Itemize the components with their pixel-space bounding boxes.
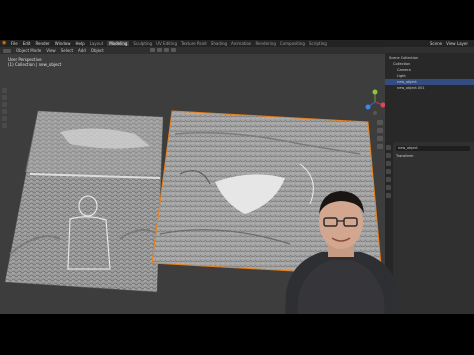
relief-mesh-left[interactable]: [4, 110, 164, 293]
tool-tab-icon[interactable]: [386, 145, 391, 150]
top-menu-bar: ◉ File Edit Render Window Help Layout Mo…: [0, 40, 474, 47]
view-layer-selector[interactable]: View Layer: [446, 41, 468, 46]
menu-window[interactable]: Window: [55, 41, 71, 46]
blender-logo-icon[interactable]: ◉: [2, 41, 8, 46]
header-menu-view[interactable]: View: [46, 48, 56, 53]
tab-animation[interactable]: Animation: [231, 41, 251, 46]
blender-window: ◉ File Edit Render Window Help Layout Mo…: [0, 40, 474, 314]
scene-tab-icon[interactable]: [386, 169, 391, 174]
header-menu-select[interactable]: Select: [61, 48, 73, 53]
outliner-panel: Scene Collection Collection Camera Light…: [385, 47, 474, 142]
transform-tool-icon[interactable]: [2, 123, 7, 128]
menu-file[interactable]: File: [11, 41, 18, 46]
render-tab-icon[interactable]: [386, 153, 391, 158]
viewport-overlay-text: User Perspective (1) Collection | new_ob…: [8, 57, 61, 67]
tab-uv-editing[interactable]: UV Editing: [156, 41, 177, 46]
transform-section-header[interactable]: Transform: [396, 154, 468, 159]
rotate-tool-icon[interactable]: [2, 109, 7, 114]
tab-texture-paint[interactable]: Texture Paint: [181, 41, 207, 46]
camera-view-icon[interactable]: [377, 136, 383, 141]
scene-selector[interactable]: Scene: [430, 41, 442, 46]
tab-sculpting[interactable]: Sculpting: [133, 41, 152, 46]
tab-modeling[interactable]: Modeling: [107, 41, 130, 46]
select-tool-icon[interactable]: [2, 88, 7, 93]
pivot-icon[interactable]: [157, 48, 162, 52]
editor-type-icon[interactable]: [3, 48, 11, 53]
menu-help[interactable]: Help: [75, 41, 84, 46]
orientation-global-icon[interactable]: [150, 48, 155, 52]
output-tab-icon[interactable]: [386, 161, 391, 166]
menu-render[interactable]: Render: [35, 41, 49, 46]
header-menu-add[interactable]: Add: [78, 48, 86, 53]
outliner-row[interactable]: new_object.001: [385, 85, 474, 91]
proportional-edit-icon[interactable]: [171, 48, 176, 52]
scene-selector-group: Scene View Layer: [426, 40, 468, 47]
left-toolbar: [2, 88, 7, 130]
zoom-view-icon[interactable]: [377, 120, 383, 125]
tab-compositing[interactable]: Compositing: [280, 41, 305, 46]
mode-selector[interactable]: Object Mode: [16, 48, 41, 53]
menu-edit[interactable]: Edit: [23, 41, 31, 46]
outliner-header: [385, 47, 474, 53]
collection-label: (1) Collection | new_object: [8, 62, 62, 67]
pan-view-icon[interactable]: [377, 128, 383, 133]
tab-rendering[interactable]: Rendering: [255, 41, 275, 46]
scale-tool-icon[interactable]: [2, 116, 7, 121]
viewport-nav-buttons: [377, 120, 383, 152]
ortho-toggle-icon[interactable]: [377, 144, 383, 149]
move-tool-icon[interactable]: [2, 102, 7, 107]
navigation-gizmo[interactable]: [363, 89, 387, 119]
header-menu-object[interactable]: Object: [91, 48, 104, 53]
zoom-icon[interactable]: [373, 111, 377, 115]
viewport-header: Object Mode View Select Add Object: [0, 47, 385, 54]
z-axis-icon[interactable]: [365, 104, 371, 110]
tab-scripting[interactable]: Scripting: [309, 41, 327, 46]
presenter-webcam-overlay: [285, 191, 399, 314]
snap-icon[interactable]: [164, 48, 169, 52]
transform-orientation-tools: [150, 48, 178, 52]
tab-layout[interactable]: Layout: [90, 41, 104, 46]
cursor-tool-icon[interactable]: [2, 95, 7, 100]
object-name-field[interactable]: new_object: [396, 146, 470, 151]
y-axis-icon[interactable]: [372, 89, 378, 95]
tab-shading[interactable]: Shading: [211, 41, 227, 46]
